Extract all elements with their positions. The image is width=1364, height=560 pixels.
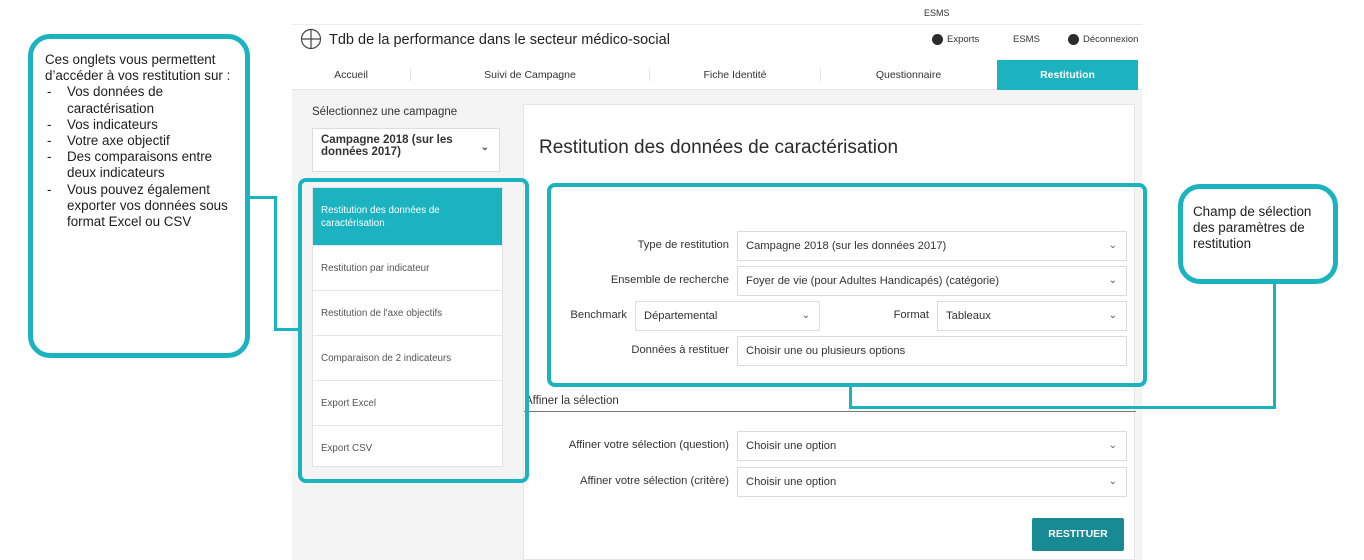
user-icon [932, 34, 943, 45]
refine-question-select[interactable]: Choisir une option ⌄ [737, 431, 1127, 461]
connector-line [1273, 284, 1276, 409]
campaign-label: Sélectionnez une campagne [312, 106, 458, 118]
callout-list-item: Vos indicateurs [45, 117, 235, 133]
tab-accueil[interactable]: Accueil [292, 60, 410, 90]
main-tabs: Accueil Suivi de Campagne Fiche Identité… [292, 60, 1142, 90]
connector-line [849, 387, 852, 408]
connector-line [274, 196, 277, 330]
logout-icon [1068, 34, 1079, 45]
page-title: Restitution des données de caractérisati… [539, 137, 899, 158]
campaign-select-value: Campagne 2018 (sur les données 2017) [321, 134, 453, 158]
callout-list: Vos données de caractérisation Vos indic… [45, 84, 235, 230]
esms-top-label: ESMS [924, 8, 950, 18]
divider [524, 411, 1136, 412]
callout-list-item: Vous pouvez également exporter vos donné… [45, 182, 235, 231]
callout-params-text: Champ de sélection des paramètres de res… [1193, 204, 1312, 252]
connector-line [849, 406, 1276, 409]
callout-list-item: Des comparaisons entre deux indicateurs [45, 149, 235, 181]
tab-restitution[interactable]: Restitution [997, 60, 1138, 90]
logout-label: Déconnexion [1083, 34, 1139, 45]
refine-critere-value: Choisir une option [746, 476, 837, 488]
connector-line [250, 196, 276, 199]
logout-link[interactable]: Déconnexion [1068, 34, 1138, 45]
refine-section-title: Affiner la sélection [525, 395, 619, 407]
tab-fiche-identite[interactable]: Fiche Identité [650, 60, 820, 90]
campaign-select[interactable]: Campagne 2018 (sur les données 2017) ⌄ [312, 128, 500, 172]
refine-critere-label: Affiner votre sélection (critère) [579, 475, 729, 487]
highlight-tabs-box [298, 178, 529, 483]
tab-suivi-campagne[interactable]: Suivi de Campagne [411, 60, 649, 90]
annotation-callout-params: Champ de sélection des paramètres de res… [1178, 184, 1338, 284]
esms-link[interactable]: ESMS [1013, 34, 1040, 45]
exports-link[interactable]: Exports [932, 34, 979, 45]
restituer-button[interactable]: RESTITUER [1032, 518, 1124, 551]
esms-label: ESMS [1013, 34, 1040, 45]
chevron-down-icon: ⌄ [1108, 440, 1117, 451]
logo-icon [300, 28, 322, 50]
connector-line [274, 328, 299, 331]
refine-critere-select[interactable]: Choisir une option ⌄ [737, 467, 1127, 497]
callout-intro: Ces onglets vous permettent d’accéder à … [45, 52, 231, 84]
callout-list-item: Votre axe objectif [45, 133, 235, 149]
app-title: Tdb de la performance dans le secteur mé… [329, 32, 670, 48]
annotation-callout-tabs: Ces onglets vous permettent d’accéder à … [28, 34, 250, 358]
chevron-down-icon: ⌄ [480, 142, 489, 153]
refine-question-label: Affiner votre sélection (question) [568, 439, 729, 451]
chevron-down-icon: ⌄ [1108, 476, 1117, 487]
exports-label: Exports [947, 34, 980, 45]
callout-list-item: Vos données de caractérisation [45, 84, 235, 116]
refine-question-value: Choisir une option [746, 440, 837, 452]
app-header: Tdb de la performance dans le secteur mé… [292, 24, 1142, 57]
highlight-params-box [547, 183, 1147, 387]
tab-questionnaire[interactable]: Questionnaire [821, 60, 996, 90]
